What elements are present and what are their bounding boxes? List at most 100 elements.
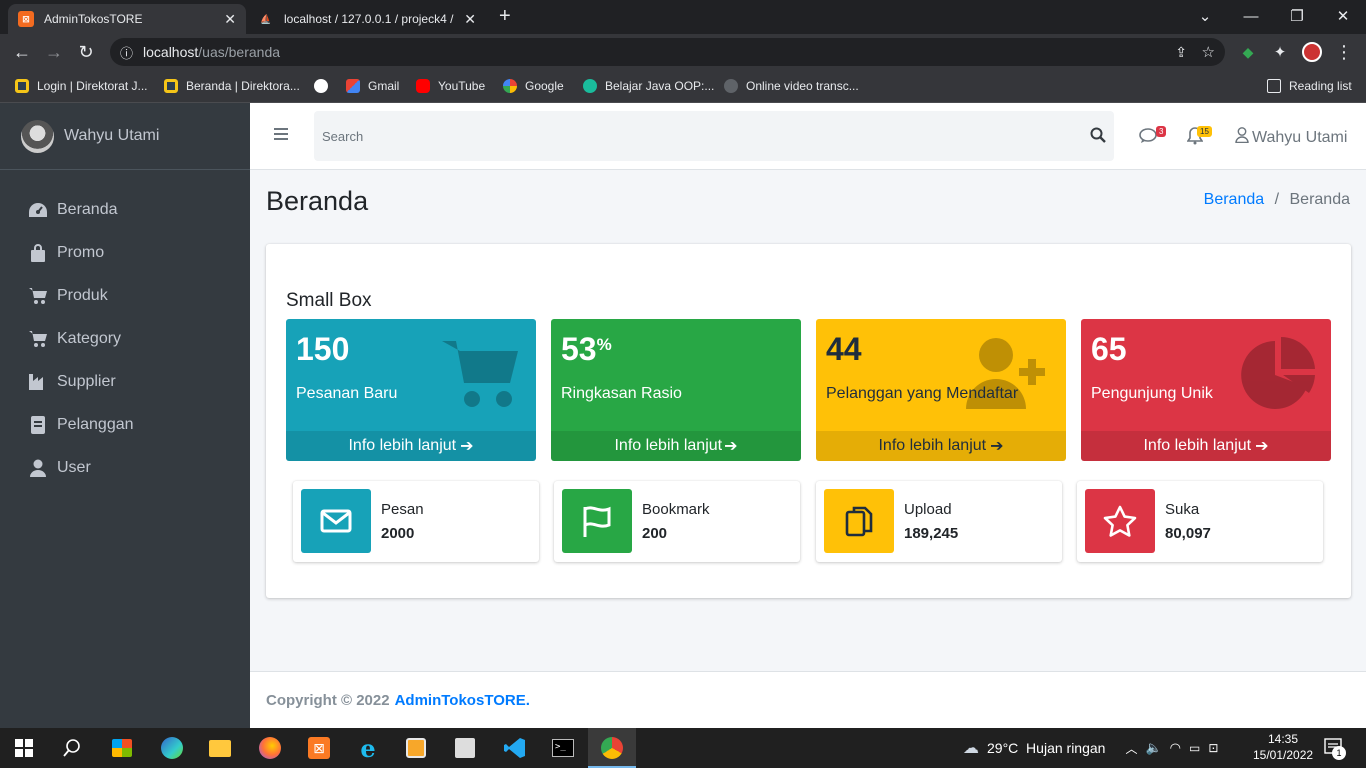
bookmark-label: Beranda | Direktora... bbox=[186, 79, 300, 93]
store-icon[interactable] bbox=[110, 736, 134, 760]
bookmark-google[interactable]: Google bbox=[503, 76, 564, 96]
bookmark-label: Online video transc... bbox=[746, 79, 859, 93]
messages-button[interactable]: 3 bbox=[1139, 126, 1167, 149]
more-info-link[interactable]: Info lebih lanjut ➔ bbox=[551, 431, 801, 461]
maximize-button[interactable]: ❐ bbox=[1274, 0, 1320, 32]
arrow-circle-right-icon: ➔ bbox=[990, 438, 1004, 455]
site-info-icon[interactable]: ⓘ bbox=[120, 43, 133, 62]
profile-avatar[interactable] bbox=[1298, 38, 1326, 66]
sidebar-item-kategory[interactable]: Kategory bbox=[0, 317, 250, 360]
bookmark-globe[interactable] bbox=[314, 76, 336, 96]
reading-list[interactable]: Reading list bbox=[1267, 76, 1352, 96]
small-box-pesanan-baru: 150 Pesanan Baru Info lebih lanjut ➔ bbox=[286, 319, 536, 461]
chrome-icon bbox=[601, 737, 623, 759]
sidebar-user-name: Wahyu Utami bbox=[64, 127, 160, 144]
minimize-button[interactable]: — bbox=[1228, 0, 1274, 32]
bookmark-favicon-icon bbox=[15, 79, 29, 93]
bookmark-beranda[interactable]: Beranda | Direktora... bbox=[164, 76, 300, 96]
xampp-favicon-icon: ⊠ bbox=[18, 11, 34, 27]
sidebar-item-beranda[interactable]: Beranda bbox=[0, 188, 250, 231]
arrow-circle-right-icon: ➔ bbox=[1255, 438, 1269, 455]
tab-phpmyadmin[interactable]: ⛵ localhost / 127.0.0.1 / projeck4 / ✕ bbox=[248, 4, 486, 34]
chevron-up-icon[interactable]: ︿ bbox=[1125, 740, 1137, 757]
small-box-value: 53% bbox=[561, 331, 612, 367]
close-window-button[interactable]: ✕ bbox=[1320, 0, 1366, 32]
speaker-icon[interactable]: 🔈 bbox=[1145, 740, 1161, 756]
terminal-icon[interactable]: >_ bbox=[551, 736, 575, 760]
bookmark-online-video[interactable]: Online video transc... bbox=[724, 76, 859, 96]
sidebar-item-pelanggan[interactable]: Pelanggan bbox=[0, 403, 250, 446]
wifi-icon[interactable]: ◠ bbox=[1170, 740, 1181, 756]
internet-explorer-icon[interactable]: e bbox=[356, 734, 380, 763]
user-dropdown[interactable]: Wahyu Utami bbox=[1235, 127, 1347, 148]
close-tab-icon[interactable]: ✕ bbox=[224, 11, 236, 28]
small-box-card: Small Box 150 Pesanan Baru Info lebih la… bbox=[266, 244, 1351, 598]
bookmark-login[interactable]: Login | Direktorat J... bbox=[15, 76, 148, 96]
info-box-label: Upload bbox=[904, 501, 952, 518]
reload-icon[interactable]: ↻ bbox=[72, 38, 100, 66]
bookmark-gmail[interactable]: Gmail bbox=[346, 76, 399, 96]
tab-admintokostore[interactable]: ⊠ AdminTokosTORE ✕ bbox=[8, 4, 246, 34]
bookmark-label: Login | Direktorat J... bbox=[37, 79, 148, 93]
notification-center-icon[interactable]: 1 bbox=[1324, 738, 1346, 761]
dashboard-icon bbox=[28, 200, 48, 220]
extension-icon[interactable]: ◆ bbox=[1234, 38, 1262, 66]
weather-text[interactable]: 29°C Hujan ringan bbox=[987, 740, 1105, 756]
search-input[interactable]: Search bbox=[314, 111, 1114, 161]
cart-icon bbox=[28, 286, 48, 306]
calendar-app-icon[interactable] bbox=[453, 736, 477, 760]
system-tray: ☁ 29°C Hujan ringan ︿ 🔈 ◠ ▭ ⊡ bbox=[963, 728, 1218, 768]
new-tab-button[interactable]: + bbox=[499, 5, 511, 28]
notifications-button[interactable]: 15 bbox=[1186, 126, 1212, 150]
back-icon[interactable]: ← bbox=[8, 38, 36, 66]
forward-icon[interactable]: → bbox=[40, 38, 68, 66]
menu-kebab-icon[interactable]: ⋮ bbox=[1330, 38, 1358, 66]
media-player-icon[interactable] bbox=[404, 736, 428, 760]
gear-icon bbox=[724, 79, 738, 93]
breadcrumb-current: Beranda bbox=[1289, 191, 1351, 208]
file-explorer-icon[interactable] bbox=[208, 736, 232, 760]
breadcrumb-link[interactable]: Beranda bbox=[1204, 191, 1265, 208]
cloud-rain-icon: ☁ bbox=[963, 740, 979, 757]
battery-icon[interactable]: ▭ bbox=[1189, 741, 1200, 755]
more-info-label: Info lebih lanjut bbox=[348, 437, 457, 454]
hamburger-menu-icon[interactable] bbox=[273, 127, 289, 146]
bookmark-youtube[interactable]: YouTube bbox=[416, 76, 485, 96]
vscode-icon[interactable] bbox=[503, 736, 527, 760]
bookmark-star-icon[interactable]: ☆ bbox=[1202, 43, 1215, 61]
clock[interactable]: 14:35 15/01/2022 bbox=[1253, 731, 1313, 763]
tab-search-icon[interactable]: ⌄ bbox=[1182, 0, 1228, 32]
more-info-link[interactable]: Info lebih lanjut ➔ bbox=[1081, 431, 1331, 461]
xampp-icon[interactable]: ⊠ bbox=[307, 736, 331, 760]
more-info-link[interactable]: Info lebih lanjut ➔ bbox=[816, 431, 1066, 461]
share-icon[interactable]: ⇪ bbox=[1175, 44, 1187, 61]
info-box-value: 189,245 bbox=[904, 525, 959, 542]
notification-count-badge: 1 bbox=[1332, 746, 1346, 760]
extensions-puzzle-icon[interactable]: ✦ bbox=[1266, 38, 1294, 66]
bookmarks-bar: Login | Direktorat J... Beranda | Direkt… bbox=[0, 70, 1366, 103]
sidebar-item-user[interactable]: User bbox=[0, 446, 250, 489]
small-box-value: 150 bbox=[296, 331, 350, 367]
tab-title: AdminTokosTORE bbox=[44, 12, 143, 26]
small-box-label: Ringkasan Rasio bbox=[561, 385, 682, 402]
bookmark-belajar-java[interactable]: Belajar Java OOP:... bbox=[583, 76, 714, 96]
firefox-icon[interactable] bbox=[258, 736, 282, 760]
shopping-bag-icon bbox=[28, 243, 48, 263]
edge-icon[interactable] bbox=[160, 736, 184, 760]
address-bar[interactable]: ⓘ localhost/uas/beranda ⇪ ☆ bbox=[110, 38, 1225, 66]
windows-start-icon[interactable] bbox=[12, 736, 36, 760]
sidebar-user-panel[interactable]: Wahyu Utami bbox=[0, 103, 250, 170]
web-page: Wahyu Utami Beranda Promo Produk Kategor… bbox=[0, 103, 1366, 728]
sidebar-item-produk[interactable]: Produk bbox=[0, 274, 250, 317]
footer-brand-link[interactable]: AdminTokosTORE. bbox=[395, 692, 530, 709]
tab-title: localhost / 127.0.0.1 / projeck4 / bbox=[284, 12, 454, 26]
chrome-taskbar-button[interactable] bbox=[588, 728, 636, 768]
search-icon[interactable] bbox=[60, 736, 84, 760]
clock-date: 15/01/2022 bbox=[1253, 748, 1314, 762]
language-icon[interactable]: ⊡ bbox=[1208, 741, 1218, 755]
close-tab-icon[interactable]: ✕ bbox=[464, 11, 476, 28]
sidebar-item-supplier[interactable]: Supplier bbox=[0, 360, 250, 403]
more-info-link[interactable]: Info lebih lanjut ➔ bbox=[286, 431, 536, 461]
sidebar-item-promo[interactable]: Promo bbox=[0, 231, 250, 274]
search-icon[interactable] bbox=[1090, 127, 1106, 146]
